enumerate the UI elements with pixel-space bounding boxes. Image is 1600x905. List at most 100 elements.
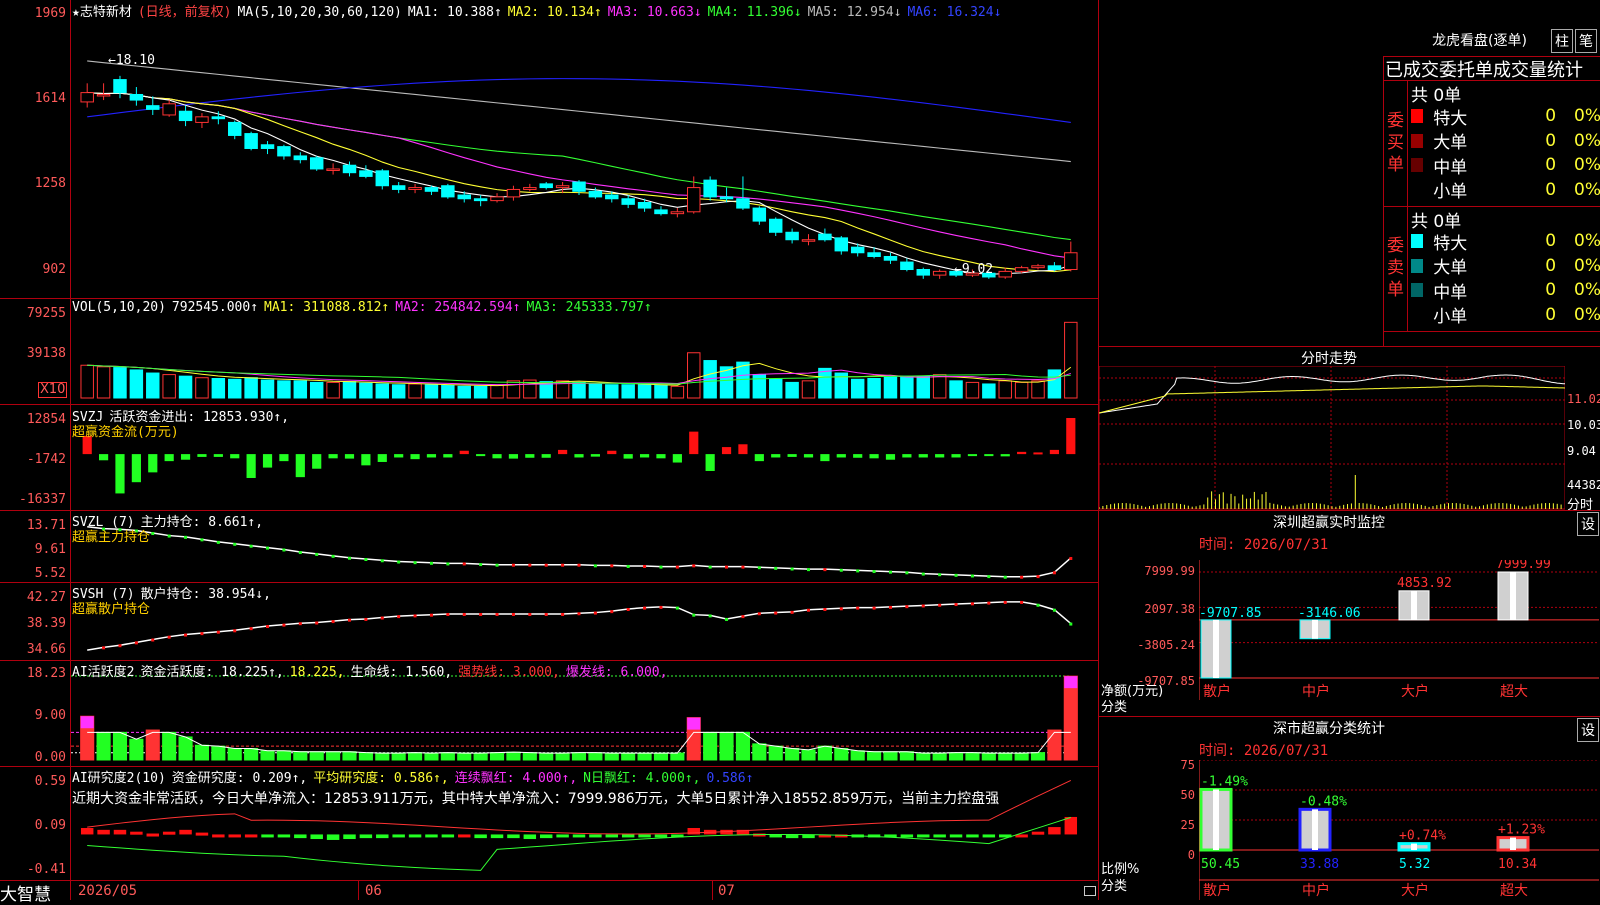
research-bar [966,834,979,838]
lock-icon[interactable] [1084,886,1096,896]
retail-holding-line-tick [413,614,417,618]
activity-bar [801,749,816,761]
ai1-activity: 资金活跃度: 18.225↑, [140,665,284,680]
y-tick: 1258 [34,176,66,191]
main-holding-line-tick [692,564,696,568]
main-holding-line-tick [987,575,991,579]
main-holding-line-tick [364,557,368,561]
volume-bar [670,385,685,399]
chart-area[interactable]: 1969 1614 1258 902 79255 39138 X10 12854… [0,0,1099,905]
volume-bar [965,381,980,399]
tick-mode-button[interactable]: 笔 [1575,29,1597,53]
indicator-charts[interactable] [71,0,1097,880]
main-holding-line-tick [282,548,286,552]
ai2-header: AI研究度2(10) 资金研究度: 0.209↑, 平均研究度: 0.586↑, 连续… [72,767,759,786]
order-count: 0 [1545,106,1557,126]
volume-bar [916,375,930,399]
candle [539,183,553,189]
bar-mode-button[interactable]: 柱 [1551,29,1573,53]
candle [703,179,717,198]
activity-bar [473,752,488,761]
ai2-extra: 0.586↑ [706,771,754,786]
main-holding-line-tick [790,567,794,571]
candle [1014,267,1029,272]
candle [309,157,324,170]
ma-line [87,60,1071,163]
retail-holding-line-tick [741,615,745,619]
candle [916,269,930,276]
retail-holding-line [87,601,1072,651]
research-bar [244,834,258,838]
svzj-y-axis: 12854 -1742 -16337 [0,404,66,510]
volume-bar [637,384,652,399]
retail-holding-line-tick [528,612,532,616]
main-holding-line-tick [757,566,761,570]
retail-holding-line-tick [282,623,286,627]
sz-realtime-settings-button[interactable]: 设 [1577,512,1599,536]
category-label: 分类 [1101,700,1128,715]
ai2-y-axis: 0.59 0.09 -0.41 [0,766,66,880]
period-mode[interactable]: (日线，前复权) [138,5,232,20]
order-row: 特大 0 0% [1411,229,1600,254]
svsh-y-axis: 42.27 38.39 34.66 [0,582,66,660]
volume-bar [867,378,881,399]
money-flow-bar [1017,451,1027,455]
activity-bar [1063,675,1078,761]
activity-bar [965,752,980,761]
retail-holding-line-tick [233,629,237,633]
money-flow-bar [426,454,437,458]
retail-holding-line-tick [1052,608,1056,612]
research-bar [376,834,389,839]
trading-terminal: 1969 1614 1258 902 79255 39138 X10 12854… [0,0,1600,905]
main-holding-line-tick [561,563,565,567]
money-flow-bar [951,454,961,458]
volume-bar [277,380,291,399]
money-flow-bar [590,454,600,457]
research-bar [310,834,323,840]
main-holding-line-tick [429,561,433,565]
y-tick: 12854 [26,412,66,427]
y-tick: -3805.24 [1137,638,1195,652]
activity-bar [129,738,144,761]
order-row: 中单 0 0% [1411,278,1600,303]
volume-bar [982,383,996,399]
lhb-title: 龙虎看盘(逐单) [1432,33,1527,49]
svsh-title: 散户持仓: 38.954↓, [140,587,271,602]
stock-name: 志特新材 [79,5,132,20]
high-price-marker: ←18.10 [108,53,155,68]
ai2-research: 资金研究度: 0.209↑, [171,771,308,786]
research-bar [408,834,422,838]
ratio-change-label: -0.48% [1300,794,1347,809]
volume-bar [96,366,111,399]
star-icon[interactable]: ★ [72,5,80,20]
retail-holding-line-tick [462,612,466,616]
intraday-chart[interactable] [1099,366,1565,510]
svzj-subtitle: 超赢资金流(万元) [72,425,179,440]
candle [96,93,111,97]
retail-holding-line-tick [266,625,270,629]
category-label: 散户 [1203,882,1231,899]
main-holding-line-tick [659,565,663,569]
research-bar [425,834,438,838]
vol-value: 792545.000↑ [171,300,259,315]
color-swatch [1411,234,1424,248]
ma3-value: MA3: 10.663↓ [607,5,702,20]
retail-holding-line-tick [577,612,581,616]
candle [605,194,619,200]
retail-holding-line-tick [200,632,204,636]
y-tick: 25 [1180,818,1195,832]
research-green-line [87,816,1071,871]
money-flow-bar [148,454,158,473]
money-flow-bar [935,454,945,458]
main-holding-line-tick [1020,575,1024,579]
y-tick: 0.09 [34,818,66,833]
main-holding-line-tick [938,573,942,577]
order-percent: 0% [1574,155,1600,175]
sz-class-settings-button[interactable]: 设 [1577,718,1599,742]
retail-holding-line-tick [610,610,614,614]
volume-bar [900,375,914,399]
brand-logo[interactable]: 大智慧 [0,880,66,905]
research-bar [982,834,996,838]
sz-realtime-time: 时间: 2026/07/31 [1199,537,1329,553]
main-holding-line-tick [675,565,679,569]
